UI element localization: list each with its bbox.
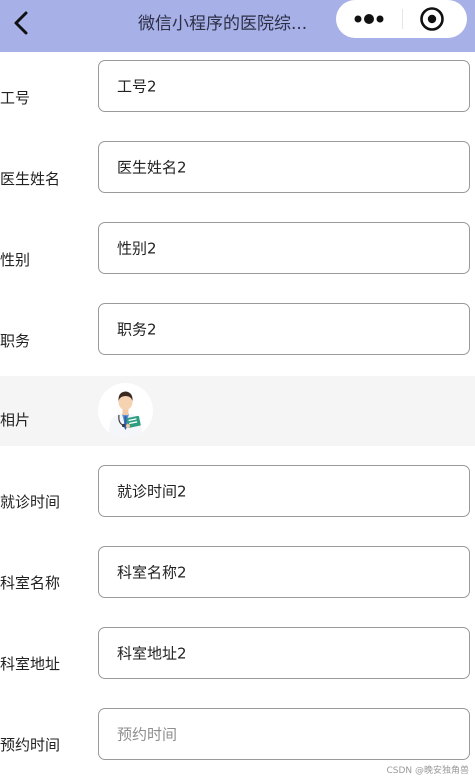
field-label: 预约时间 [0, 736, 61, 754]
department-address-field[interactable]: 科室地址2 [98, 627, 470, 679]
form-row-doctor-name: 医生姓名 医生姓名2 [0, 133, 475, 214]
target-icon [420, 7, 444, 31]
doctor-name-field[interactable]: 医生姓名2 [98, 141, 470, 193]
field-value: 科室名称2 [117, 563, 187, 582]
gender-field[interactable]: 性别2 [98, 222, 470, 274]
mini-program-capsule [336, 0, 467, 38]
more-button[interactable] [352, 10, 386, 28]
chevron-left-icon [14, 11, 28, 35]
capsule-divider [402, 9, 403, 29]
field-placeholder: 预约时间 [117, 725, 178, 744]
field-label: 相片 [0, 411, 31, 429]
field-value: 科室地址2 [117, 644, 187, 663]
field-label: 工号 [0, 89, 31, 107]
field-label: 就诊时间 [0, 493, 61, 511]
back-button[interactable] [4, 5, 38, 41]
form-row-employee-id: 工号 工号2 [0, 52, 475, 133]
doctor-avatar-icon [108, 391, 143, 438]
form-row-gender: 性别 性别2 [0, 214, 475, 295]
watermark: CSDN @晚安独角兽 [386, 766, 469, 776]
appointment-time-field[interactable]: 预约时间 [98, 708, 470, 760]
more-dots-icon [354, 14, 384, 24]
department-name-field[interactable]: 科室名称2 [98, 546, 470, 598]
form-row-department-address: 科室地址 科室地址2 [0, 608, 475, 689]
navigation-bar: 微信小程序的医院综... [0, 0, 475, 52]
field-label: 性别 [0, 251, 31, 269]
position-field[interactable]: 职务2 [98, 303, 470, 355]
field-label: 科室名称 [0, 574, 61, 592]
field-label: 科室地址 [0, 655, 61, 673]
form-row-photo: 相片 [0, 376, 475, 446]
form-row-department-name: 科室名称 科室名称2 [0, 527, 475, 608]
form-row-visit-time: 就诊时间 就诊时间2 [0, 446, 475, 527]
field-value: 医生姓名2 [117, 158, 187, 177]
field-value: 就诊时间2 [117, 482, 187, 501]
close-button[interactable] [419, 6, 445, 32]
field-value: 工号2 [117, 77, 157, 96]
form-row-position: 职务 职务2 [0, 295, 475, 376]
field-label: 医生姓名 [0, 170, 61, 188]
doctor-photo[interactable] [98, 383, 153, 438]
page-title: 微信小程序的医院综... [138, 14, 308, 34]
employee-id-field[interactable]: 工号2 [98, 60, 470, 112]
field-value: 性别2 [117, 239, 157, 258]
visit-time-field[interactable]: 就诊时间2 [98, 465, 470, 517]
field-label: 职务 [0, 332, 31, 350]
field-value: 职务2 [117, 320, 157, 339]
